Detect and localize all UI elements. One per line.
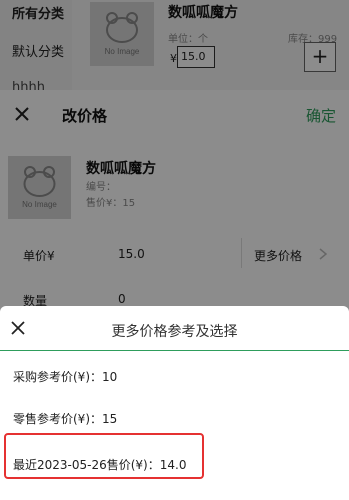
more-price-sheet: 更多价格参考及选择 采购参考价(¥)：10 零售参考价(¥)：15 最近2023…	[0, 306, 349, 500]
sheet-divider	[0, 350, 349, 351]
sheet-title: 更多价格参考及选择	[111, 324, 238, 340]
purchase-reference-price-option[interactable]: 采购参考价(¥)：10	[13, 368, 117, 385]
highlight-box	[4, 433, 204, 479]
retail-reference-price-option[interactable]: 零售参考价(¥)：15	[13, 410, 117, 427]
